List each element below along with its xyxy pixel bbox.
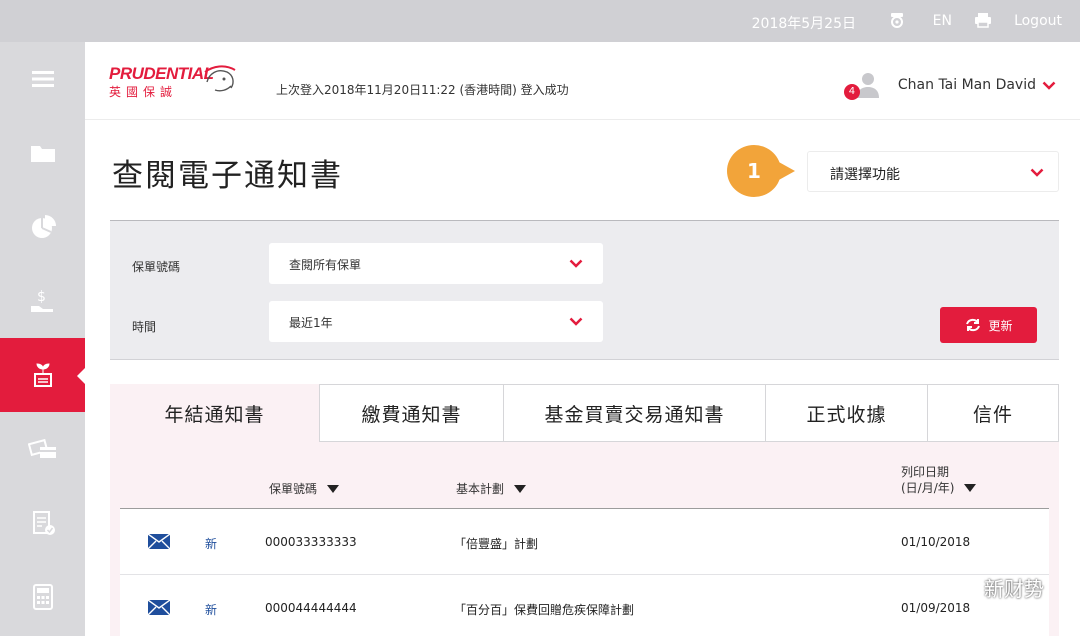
tab-bar: 年結通知書 繳費通知書 基金買賣交易通知書 正式收據 信件 [110,384,1059,442]
policy-select-value: 查閱所有保單 [289,258,362,272]
table-header: 保單號碼 基本計劃 列印日期 (日/月/年) [110,442,1059,508]
user-menu[interactable]: 4 Chan Tai Man David [843,72,1056,100]
notification-icon[interactable] [888,11,906,29]
sidebar-item-claims[interactable] [0,486,85,560]
policy-number: 000044444444 [265,601,357,615]
menu-icon [31,71,54,87]
tab-premium-notice[interactable]: 繳費通知書 [319,384,504,442]
notice-table: 保單號碼 基本計劃 列印日期 (日/月/年) 新 000033333333 「倍… [110,442,1059,636]
printer-icon[interactable] [974,11,992,29]
chevron-down-icon [569,317,583,326]
sidebar-item-cash[interactable] [0,412,85,486]
table-row[interactable]: 新 000044444444 「百分百」保費回贈危疾保障計劃 01/09/201… [120,574,1049,636]
table-row[interactable]: 新 000033333333 「倍豐盛」計劃 01/10/2018 [120,508,1049,574]
sort-down-icon [514,484,527,493]
function-select-value: 請選擇功能 [830,167,900,183]
notification-badge: 4 [843,84,860,100]
policy-number: 000033333333 [265,535,357,549]
mail-icon[interactable] [148,600,170,615]
new-badge: 新 [205,537,218,551]
print-date: 01/09/2018 [901,601,971,615]
top-bar: 2018年5月25日 EN Logout [0,0,1080,42]
policy-select[interactable]: 查閱所有保單 [269,243,603,284]
current-date: 2018年5月25日 [751,16,856,32]
sidebar-item-menu[interactable] [0,42,85,116]
language-toggle[interactable]: EN [933,13,952,29]
header: PRUDENTIAL 英國保誠 上次登入2018年11月20日11:22 (香港… [85,42,1080,120]
tab-annual-statement[interactable]: 年結通知書 [110,384,319,442]
col-plan[interactable]: 基本計劃 [456,480,527,497]
document-check-icon [32,511,55,535]
chevron-down-icon [569,259,583,268]
sidebar-item-portfolio[interactable] [0,190,85,264]
policy-label: 保單號碼 [132,260,181,274]
watermark: 新财势 [944,573,1044,602]
sidebar-item-payment[interactable]: $ [0,264,85,338]
sidebar-item-e-notices[interactable] [0,338,86,412]
sidebar-item-calculator[interactable] [0,560,85,634]
page-title: 查閱電子通知書 [112,158,343,194]
cash-card-icon [27,438,56,458]
time-select[interactable]: 最近1年 [269,301,603,342]
sidebar: $ [0,42,86,636]
refresh-icon [966,318,981,332]
last-login-text: 上次登入2018年11月20日11:22 (香港時間) 登入成功 [276,83,569,97]
filter-panel: 保單號碼 查閱所有保單 時間 最近1年 更新 [110,220,1059,360]
plant-document-icon [33,363,52,387]
svg-text:$: $ [37,289,46,305]
tab-official-receipt[interactable]: 正式收據 [766,384,928,442]
plan-name: 「倍豐盛」計劃 [454,537,539,551]
avatar: 4 [843,72,880,100]
prudential-logo[interactable]: PRUDENTIAL 英國保誠 [109,64,214,100]
chevron-down-icon[interactable] [1042,81,1056,90]
col-print-date[interactable]: 列印日期 (日/月/年) [901,464,977,496]
new-badge: 新 [205,603,218,617]
mail-icon[interactable] [148,534,170,549]
wechat-icon [945,575,976,599]
table-body: 新 000033333333 「倍豐盛」計劃 01/10/2018 新 0000… [120,508,1049,636]
time-select-value: 最近1年 [289,316,333,330]
folder-icon [30,146,55,162]
step-marker: 1 [727,145,795,197]
refresh-button[interactable]: 更新 [940,307,1037,343]
calculator-icon [32,584,53,610]
main-panel: PRUDENTIAL 英國保誠 上次登入2018年11月20日11:22 (香港… [85,42,1080,636]
plan-name: 「百分百」保費回贈危疾保障計劃 [454,603,635,617]
money-hand-icon: $ [30,289,53,312]
sidebar-item-folder[interactable] [0,116,85,190]
col-policy-no[interactable]: 保單號碼 [269,480,340,497]
user-name[interactable]: Chan Tai Man David [898,77,1036,93]
refresh-label: 更新 [988,318,1013,333]
tab-letters[interactable]: 信件 [928,384,1059,442]
sort-down-icon [964,484,977,492]
pie-chart-icon [31,215,56,238]
time-label: 時間 [132,320,157,334]
print-date: 01/10/2018 [901,535,971,549]
chevron-down-icon [1030,168,1044,177]
function-select[interactable]: 請選擇功能 [807,151,1059,192]
sort-down-icon [327,484,340,493]
tab-fund-transaction[interactable]: 基金買賣交易通知書 [504,384,766,442]
logout-link[interactable]: Logout [1014,13,1062,29]
prudence-lady-icon [204,65,236,92]
